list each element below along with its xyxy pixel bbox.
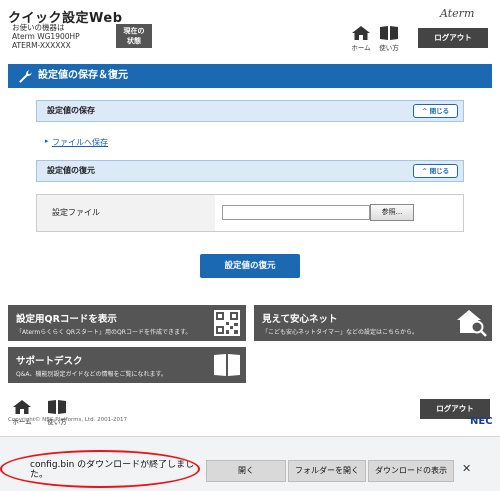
link-arrow-icon: ▸ [45,137,49,145]
qr-code-tile[interactable]: 設定用QRコードを表示 「Atermらくらく QRスタート」用のQRコードを作成… [8,305,246,341]
home-icon [352,26,370,40]
show-downloads-button[interactable]: ダウンロードの表示 [368,460,454,482]
close-icon[interactable]: ✕ [462,462,471,475]
chevron-up-icon: ^ [421,107,428,115]
header: クイック設定Web お使いの機器は Aterm WG1900HP ATERM-X… [0,0,500,56]
status-button-line1: 現在の [123,27,145,35]
chevron-up-icon: ^ [421,167,428,175]
brand-logo: Aterm [440,7,475,20]
close-label: 閉じる [429,107,450,115]
qr-tile-title: 設定用QRコードを表示 [16,314,117,325]
book-icon [380,26,398,40]
page-title-bar: 設定値の保存＆復元 [8,64,492,88]
device-info-line: お使いの機器は [12,23,65,32]
device-model: Aterm WG1900HP [12,32,80,41]
device-ssid: ATERM-XXXXXX [12,41,71,50]
mieru-anshin-net-tile[interactable]: 見えて安心ネット 「こども安心ネットタイマー」などの設定はこちらから。 [254,305,492,341]
restore-settings-button[interactable]: 設定値の復元 [200,254,300,278]
save-section-close-button[interactable]: ^ 閉じる [413,104,458,118]
home-icon [13,400,31,414]
save-to-file-link[interactable]: ファイルへ保存 [52,137,108,148]
wrench-icon [19,70,32,83]
open-file-button[interactable]: 開く [206,460,286,482]
anshin-tile-description: 「こども安心ネットタイマー」などの設定はこちらから。 [262,329,419,336]
restore-section-header: 設定値の復元 ^ 閉じる [36,160,464,182]
home-label: ホーム [351,44,371,52]
close-label: 閉じる [429,167,450,175]
open-folder-button[interactable]: フォルダーを開く [288,460,366,482]
qr-code-icon [214,310,240,336]
settings-file-label: 設定ファイル [37,195,215,231]
settings-file-input[interactable] [222,205,370,220]
book-icon [214,354,240,376]
save-section-title: 設定値の保存 [47,106,95,115]
house-search-icon [457,310,487,337]
current-status-button[interactable]: 現在の 状態 [116,24,152,48]
book-icon [48,400,66,414]
logout-button[interactable]: ログアウト [418,28,488,48]
page-title: 設定値の保存＆復元 [38,70,128,81]
status-button-line2: 状態 [127,37,141,45]
qr-tile-description: 「Atermらくらく QRスタート」用のQRコードを作成できます。 [16,329,192,336]
help-button[interactable]: 使い方 [377,26,401,52]
nec-logo: NEC [470,416,493,427]
support-desk-tile[interactable]: サポートデスク Q&A、機能別設定ガイドなどの情報をご覧になれます。 [8,347,246,383]
save-section-header: 設定値の保存 ^ 閉じる [36,100,464,122]
anshin-tile-title: 見えて安心ネット [262,314,338,325]
restore-section-title: 設定値の復元 [47,166,95,175]
copyright: Copyright© NEC Platforms, Ltd. 2001-2017 [8,417,128,423]
restore-section-close-button[interactable]: ^ 閉じる [413,164,458,178]
browse-button[interactable]: 参照... [370,204,414,221]
download-complete-message: config.bin のダウンロードが終了しました。 [30,460,195,480]
support-tile-title: サポートデスク [16,356,83,367]
help-label: 使い方 [379,44,399,52]
home-button[interactable]: ホーム [349,26,373,52]
support-tile-description: Q&A、機能別設定ガイドなどの情報をご覧になれます。 [16,371,167,378]
device-info: お使いの機器は Aterm WG1900HP ATERM-XXXXXX [12,23,80,50]
